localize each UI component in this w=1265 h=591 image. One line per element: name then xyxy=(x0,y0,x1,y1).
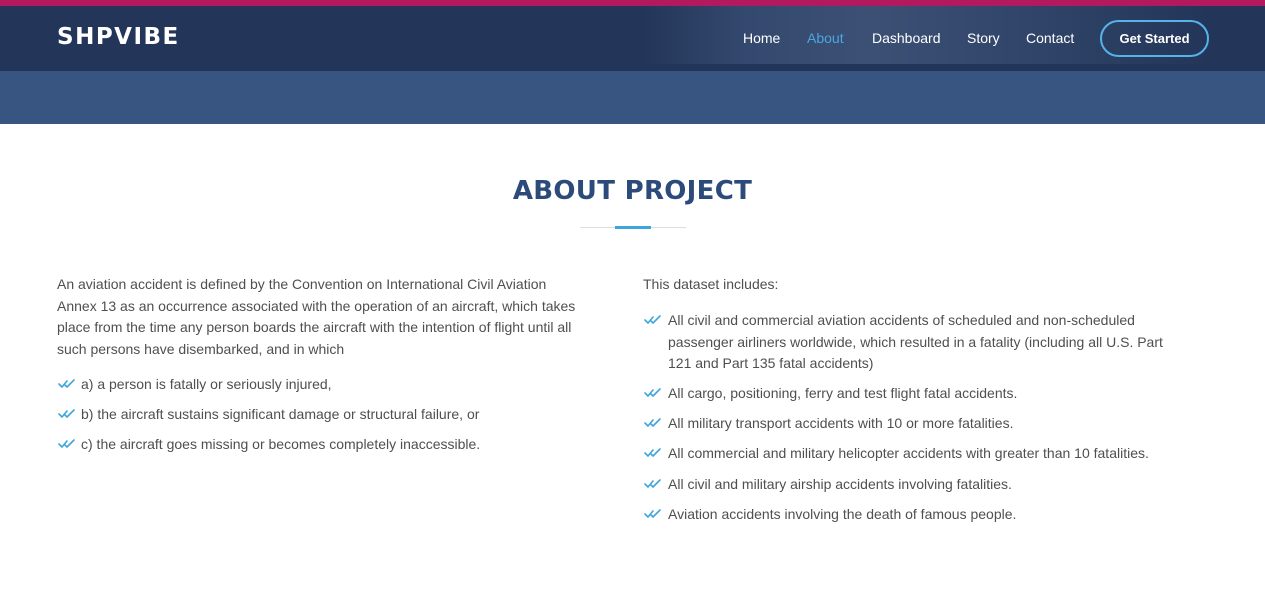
double-check-icon xyxy=(58,439,75,448)
double-check-icon xyxy=(644,418,661,427)
double-check-icon xyxy=(58,379,75,388)
right-list-item: All military transport accidents with 10… xyxy=(668,415,1014,431)
title-divider-accent xyxy=(615,226,651,229)
left-list-item: b) the aircraft sustains significant dam… xyxy=(81,406,480,422)
left-intro-line-3: place from the time any person boards th… xyxy=(57,319,572,335)
double-check-icon xyxy=(644,388,661,397)
right-list-item: All cargo, positioning, ferry and test f… xyxy=(668,385,1018,401)
left-intro-line-4: such persons have disembarked, and in wh… xyxy=(57,340,345,357)
right-list-item-line: passenger airliners worldwide, which res… xyxy=(668,333,1163,350)
right-intro: This dataset includes: xyxy=(643,276,779,292)
double-check-icon xyxy=(644,479,661,488)
left-list-item: a) a person is fatally or seriously inju… xyxy=(81,376,332,392)
left-list-item: c) the aircraft goes missing or becomes … xyxy=(81,436,481,452)
nav-item-dashboard[interactable]: Dashboard xyxy=(872,30,941,46)
get-started-button[interactable]: Get Started xyxy=(1100,20,1209,57)
nav-item-home[interactable]: Home xyxy=(743,30,780,46)
right-list-item-line: 121 and Part 135 fatal accidents) xyxy=(668,355,874,371)
nav-item-contact[interactable]: Contact xyxy=(1026,30,1074,46)
right-list-item-line: All civil and commercial aviation accide… xyxy=(668,312,1135,328)
right-list-item: Aviation accidents involving the death o… xyxy=(668,506,1017,522)
double-check-icon xyxy=(644,315,661,324)
site-header: SHPVIBE Home About Dashboard Story Conta… xyxy=(0,6,1265,71)
left-intro-line-2: Annex 13 as an occurrence associated wit… xyxy=(57,297,576,314)
section-title: ABOUT PROJECT xyxy=(512,176,753,206)
site-logo[interactable]: SHPVIBE xyxy=(57,24,180,50)
double-check-icon xyxy=(58,409,75,418)
double-check-icon xyxy=(644,509,661,518)
nav-item-about[interactable]: About xyxy=(807,30,844,46)
double-check-icon xyxy=(644,448,661,457)
right-list-item: All commercial and military helicopter a… xyxy=(668,445,1149,461)
hero-band xyxy=(0,71,1265,124)
nav-item-story[interactable]: Story xyxy=(967,30,1000,46)
right-list-item: All civil and military airship accidents… xyxy=(668,476,1012,492)
left-intro-line-1: An aviation accident is defined by the C… xyxy=(57,276,547,292)
